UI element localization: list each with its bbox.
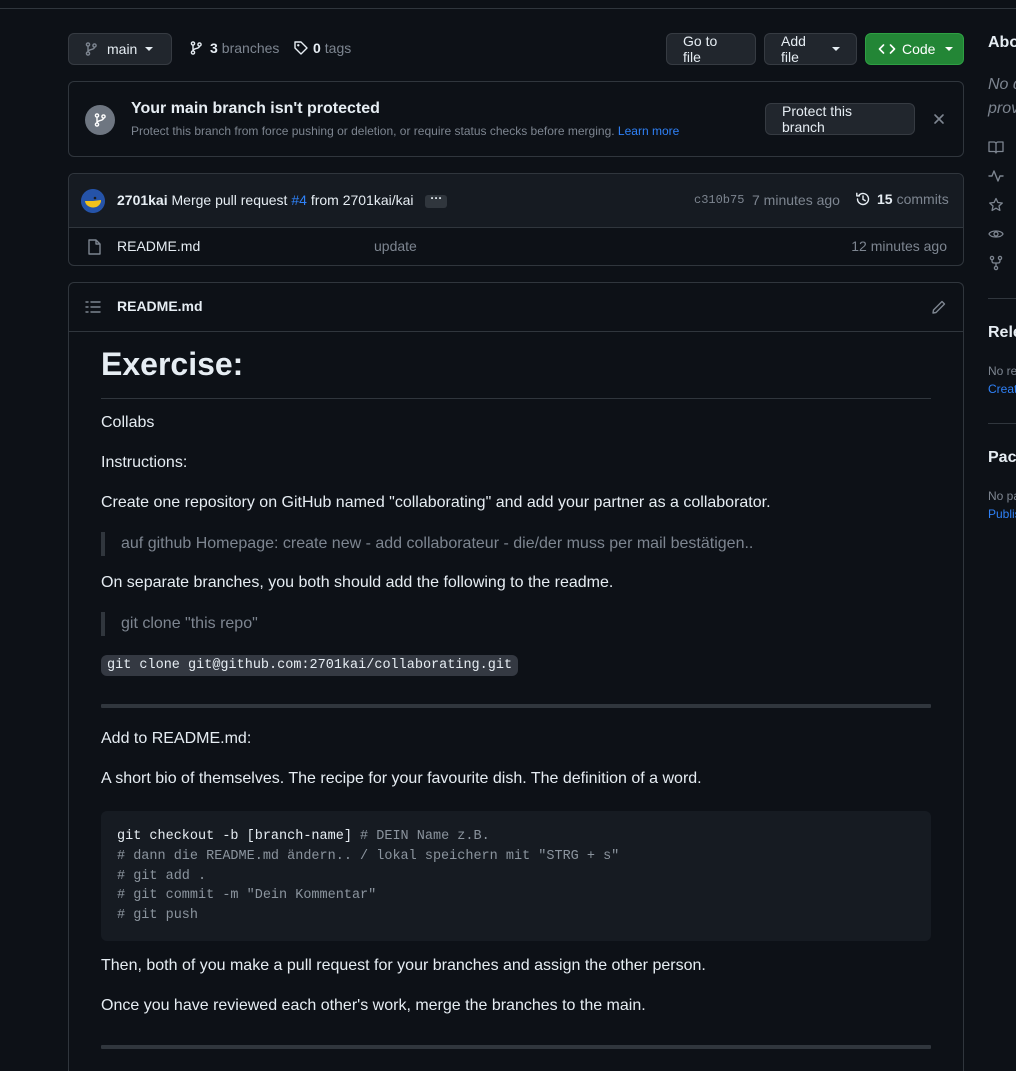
branch-select-button[interactable]: main [68, 33, 172, 65]
git-branch-icon [85, 105, 115, 135]
tag-icon [294, 41, 308, 55]
file-row[interactable]: README.md update 12 minutes ago [69, 228, 963, 266]
top-divider [0, 0, 1016, 9]
code-line-3: # git add . [117, 868, 207, 884]
go-to-file-button[interactable]: Go to file [666, 33, 756, 65]
pulse-icon[interactable] [988, 168, 1004, 184]
file-name[interactable]: README.md [117, 238, 200, 254]
paragraph-create: Create one repository on GitHub named "c… [101, 494, 771, 511]
code-block: git checkout -b [branch-name] # DEIN Nam… [101, 811, 931, 941]
git-branch-icon [85, 42, 97, 56]
file-browser: 2701kai Merge pull request #4 from 2701k… [68, 173, 964, 266]
go-to-file-label: Go to file [683, 33, 718, 65]
add-file-label: Add file [781, 33, 806, 65]
expand-commit-button[interactable]: ··· [425, 192, 448, 208]
packages-empty-text: No pa [988, 489, 1016, 503]
tags-link[interactable]: 0 tags [293, 40, 351, 56]
banner-title: Your main branch isn't protected [131, 100, 380, 117]
readme-title[interactable]: README.md [117, 298, 203, 314]
readme-header: README.md [69, 283, 963, 332]
sidebar-divider [988, 298, 1016, 299]
commit-author[interactable]: 2701kai [117, 192, 168, 208]
outline-list-icon[interactable] [85, 300, 101, 314]
commit-time: 7 minutes ago [752, 192, 840, 208]
releases-title[interactable]: Rele [988, 324, 1016, 342]
pencil-icon[interactable] [931, 299, 947, 315]
tags-label: tags [324, 40, 352, 56]
add-file-button[interactable]: Add file [764, 33, 857, 65]
releases-empty-text: No re [988, 364, 1016, 378]
commits-label: commits [896, 191, 949, 207]
about-description-line-2: prov [988, 100, 1016, 117]
commits-count: 15 [877, 191, 893, 207]
banner-description: Protect this branch from force pushing o… [131, 124, 679, 138]
sidebar-divider [988, 423, 1016, 424]
branches-label: branches [221, 40, 280, 56]
eye-icon[interactable] [988, 226, 1004, 242]
close-icon[interactable] [933, 113, 945, 125]
commit-message-suffix[interactable]: from 2701kai/kai [311, 192, 414, 208]
avatar[interactable] [81, 189, 105, 213]
branch-protection-banner: Your main branch isn't protected Protect… [68, 81, 964, 157]
paragraph-separate: On separate branches, you both should ad… [101, 574, 614, 591]
commit-message-prefix[interactable]: Merge pull request [172, 192, 288, 208]
paragraph-instructions: Instructions: [101, 454, 188, 471]
file-commit-message[interactable]: update [374, 238, 417, 254]
publish-package-link[interactable]: Publis [988, 507, 1016, 521]
chevron-down-icon [832, 47, 840, 51]
file-age: 12 minutes ago [851, 238, 947, 254]
horizontal-rule [101, 1045, 931, 1049]
learn-more-link[interactable]: Learn more [618, 124, 679, 138]
code-line-1-comment: # DEIN Name z.B. [351, 829, 490, 844]
branches-count: 3 [210, 40, 218, 56]
branches-link[interactable]: 3 branches [188, 40, 279, 56]
code-line-2: # dann die README.md ändern.. / lokal sp… [117, 848, 620, 864]
about-description-line-1: No d [988, 76, 1016, 93]
protect-branch-label: Protect this branch [782, 103, 853, 135]
tags-count: 0 [313, 40, 321, 56]
latest-commit-bar: 2701kai Merge pull request #4 from 2701k… [69, 174, 963, 228]
star-icon[interactable] [988, 197, 1004, 213]
code-icon [878, 44, 896, 54]
commit-sha[interactable]: c310b75 [694, 193, 744, 207]
readme-panel: README.md Exercise: Collabs Instructions… [68, 282, 964, 1071]
about-title: Abo [988, 34, 1016, 51]
code-line-5: # git push [117, 908, 199, 924]
horizontal-rule [101, 704, 931, 708]
create-release-link[interactable]: Creat [988, 382, 1016, 396]
fork-icon[interactable] [988, 255, 1004, 271]
commit-message: 2701kai Merge pull request #4 from 2701k… [117, 192, 448, 208]
chevron-down-icon [145, 47, 154, 51]
branch-name: main [107, 41, 138, 57]
file-icon [88, 239, 101, 255]
pull-request-link[interactable]: #4 [291, 192, 307, 208]
paragraph-add: Add to README.md: [101, 730, 252, 747]
inline-code-clone: git clone git@github.com:2701kai/collabo… [101, 655, 519, 676]
book-icon[interactable] [988, 139, 1004, 155]
readme-heading: Exercise: [101, 346, 931, 399]
commits-link[interactable]: 15 commits [855, 191, 949, 207]
history-icon [856, 192, 870, 206]
paragraph-once: Once you have reviewed each other's work… [101, 997, 646, 1014]
code-label: Code [902, 41, 936, 57]
protect-branch-button[interactable]: Protect this branch [765, 103, 915, 135]
blockquote-homepage: auf github Homepage: create new - add co… [101, 532, 753, 556]
paragraph-then: Then, both of you make a pull request fo… [101, 957, 706, 974]
code-line-1-command: git checkout -b [branch-name] [117, 829, 352, 844]
banner-description-text: Protect this branch from force pushing o… [131, 124, 615, 138]
git-branch-icon [190, 41, 202, 55]
paragraph-collabs: Collabs [101, 414, 155, 431]
paragraph-bio: A short bio of themselves. The recipe fo… [101, 770, 702, 787]
code-button[interactable]: Code [865, 33, 964, 65]
packages-title[interactable]: Pac [988, 449, 1016, 467]
chevron-down-icon [945, 47, 954, 51]
blockquote-clone: git clone "this repo" [101, 612, 258, 636]
code-line-4: # git commit -m "Dein Kommentar" [117, 888, 377, 904]
